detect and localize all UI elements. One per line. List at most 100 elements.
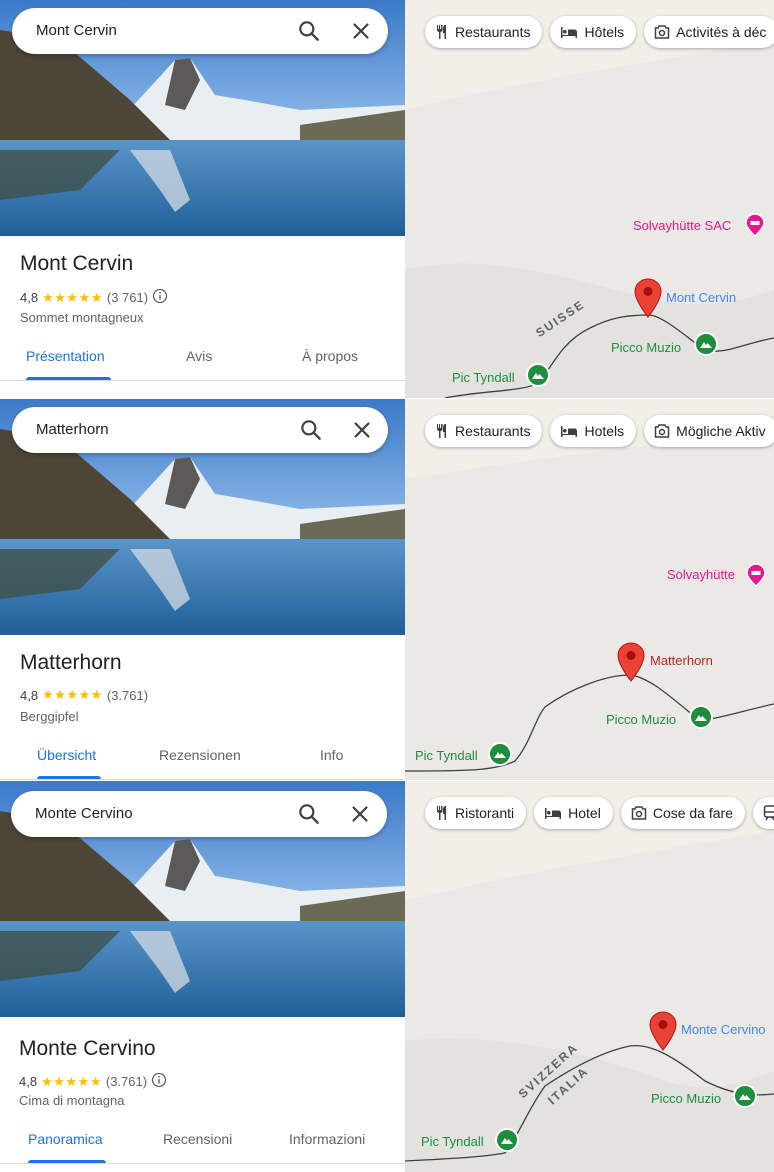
tab-reviews[interactable]: Rezensionen — [159, 747, 241, 763]
red-pin-icon[interactable] — [617, 642, 645, 687]
rating-row: 4,8 ★★★★★ (3.761) — [19, 1072, 167, 1091]
search-box[interactable]: Matterhorn — [12, 407, 388, 453]
tab-about[interactable]: Info — [320, 747, 343, 763]
chip-label: Ristoranti — [455, 805, 515, 821]
place-tabs: Présentation Avis À propos — [0, 340, 405, 381]
chip-restaurants[interactable]: Restaurants — [425, 16, 543, 48]
map-canvas[interactable]: Restaurants Hotels Mögliche Aktiv Solvay… — [405, 399, 774, 780]
search-box[interactable]: Monte Cervino — [11, 791, 387, 837]
place-category[interactable]: Sommet montagneux — [20, 310, 144, 325]
place-category[interactable]: Cima di montagna — [19, 1093, 125, 1108]
chip-label: Mögliche Aktiv — [676, 423, 766, 439]
map-canvas[interactable]: Ristoranti Hotel Cose da fare Monte Cerv… — [405, 781, 774, 1172]
camera-icon — [654, 25, 670, 39]
rating-value: 4,8 — [19, 1074, 38, 1089]
tab-overview[interactable]: Übersicht — [37, 747, 96, 763]
close-icon[interactable] — [349, 417, 375, 443]
search-query[interactable]: Mont Cervin — [36, 22, 117, 39]
hut-pin-icon[interactable] — [745, 563, 767, 592]
chip-label: Restaurants — [455, 24, 531, 40]
place-label[interactable]: Mont Cervin — [666, 290, 736, 305]
chip-things-to-do[interactable]: Cose da fare — [620, 797, 745, 829]
place-label[interactable]: Matterhorn — [650, 653, 713, 668]
tab-overview[interactable]: Présentation — [26, 348, 105, 364]
chip-hotels[interactable]: Hôtels — [550, 16, 637, 48]
place-tabs: Übersicht Rezensionen Info — [0, 739, 405, 780]
rating-stars: ★★★★★ — [42, 687, 103, 702]
category-chips: Restaurants Hôtels Activités à déc — [425, 16, 774, 48]
peak-label[interactable]: Picco Muzio — [606, 712, 676, 727]
rating-row: 4,8 ★★★★★ (3 761) — [20, 288, 168, 307]
search-query[interactable]: Matterhorn — [36, 421, 109, 438]
category-chips: Restaurants Hotels Mögliche Aktiv — [425, 415, 774, 447]
bed-icon — [561, 426, 578, 437]
chip-things-to-do[interactable]: Mögliche Aktiv — [644, 415, 774, 447]
info-icon[interactable] — [151, 1072, 167, 1091]
info-icon[interactable] — [152, 288, 168, 307]
fork-knife-icon — [437, 806, 446, 820]
chip-restaurants[interactable]: Ristoranti — [425, 797, 527, 829]
mountain-pin-icon[interactable] — [488, 742, 512, 773]
tab-about[interactable]: Informazioni — [289, 1131, 365, 1147]
bed-icon — [561, 27, 578, 38]
category-chips: Ristoranti Hotel Cose da fare — [425, 797, 774, 829]
review-count[interactable]: (3.761) — [107, 688, 148, 703]
hut-label[interactable]: Solvayhütte SAC — [633, 218, 731, 233]
chip-label: Hôtels — [584, 24, 625, 40]
active-tab-indicator — [26, 377, 111, 380]
search-box[interactable]: Mont Cervin — [12, 8, 388, 54]
rating-stars: ★★★★★ — [42, 289, 103, 305]
red-pin-icon[interactable] — [649, 1011, 677, 1056]
review-count[interactable]: (3 761) — [107, 290, 148, 305]
chip-things-to-do[interactable]: Activités à déc — [644, 16, 774, 48]
active-tab-indicator — [37, 776, 101, 779]
hut-label[interactable]: Solvayhütte — [667, 567, 735, 582]
red-pin-icon[interactable] — [634, 278, 662, 323]
chip-hotels[interactable]: Hotels — [550, 415, 637, 447]
peak-label[interactable]: Pic Tyndall — [415, 748, 478, 763]
mountain-pin-icon[interactable] — [694, 332, 718, 363]
maps-panel-de: Matterhorn Matterhorn 4,8 ★★★★★ (3.761) … — [0, 399, 774, 780]
tab-reviews[interactable]: Recensioni — [163, 1131, 232, 1147]
rating-value: 4,8 — [20, 290, 39, 305]
chip-label: Hotel — [568, 805, 601, 821]
mountain-pin-icon[interactable] — [689, 705, 713, 736]
chip-label: Cose da fare — [652, 805, 733, 821]
place-category[interactable]: Berggipfel — [20, 709, 79, 724]
peak-label[interactable]: Pic Tyndall — [421, 1134, 484, 1149]
rating-stars: ★★★★★ — [41, 1073, 102, 1089]
mountain-pin-icon[interactable] — [526, 363, 550, 394]
chip-hotels[interactable]: Hotel — [534, 797, 613, 829]
place-sidebar: Mont Cervin Mont Cervin 4,8 ★★★★★ (3 761… — [0, 0, 405, 398]
map-canvas[interactable]: Restaurants Hôtels Activités à déc Solva… — [405, 0, 774, 398]
close-icon[interactable] — [347, 801, 373, 827]
tab-reviews[interactable]: Avis — [186, 348, 212, 364]
search-icon[interactable] — [296, 801, 322, 827]
maps-panel-fr: Mont Cervin Mont Cervin 4,8 ★★★★★ (3 761… — [0, 0, 774, 398]
search-icon[interactable] — [298, 417, 324, 443]
tab-about[interactable]: À propos — [302, 348, 358, 364]
active-tab-indicator — [28, 1160, 106, 1163]
chip-restaurants[interactable]: Restaurants — [425, 415, 543, 447]
camera-icon — [654, 424, 670, 438]
review-count[interactable]: (3.761) — [106, 1074, 147, 1089]
place-label[interactable]: Monte Cervino — [681, 1022, 766, 1037]
chip-label: Restaurants — [455, 423, 531, 439]
peak-label[interactable]: Picco Muzio — [611, 340, 681, 355]
place-title: Monte Cervino — [19, 1037, 156, 1060]
tab-overview[interactable]: Panoramica — [28, 1131, 103, 1147]
mountain-pin-icon[interactable] — [495, 1128, 519, 1159]
chip-transit[interactable] — [753, 797, 774, 829]
close-icon[interactable] — [348, 18, 374, 44]
fork-knife-icon — [437, 25, 446, 39]
maps-panel-it: Monte Cervino Monte Cervino 4,8 ★★★★★ (3… — [0, 781, 774, 1172]
place-title: Mont Cervin — [20, 252, 134, 275]
search-query[interactable]: Monte Cervino — [35, 805, 133, 822]
place-sidebar: Monte Cervino Monte Cervino 4,8 ★★★★★ (3… — [0, 781, 405, 1172]
chip-label: Hotels — [584, 423, 625, 439]
search-icon[interactable] — [296, 18, 322, 44]
peak-label[interactable]: Pic Tyndall — [452, 370, 515, 385]
mountain-pin-icon[interactable] — [733, 1084, 757, 1115]
peak-label[interactable]: Picco Muzio — [651, 1091, 721, 1106]
hut-pin-icon[interactable] — [744, 213, 766, 242]
